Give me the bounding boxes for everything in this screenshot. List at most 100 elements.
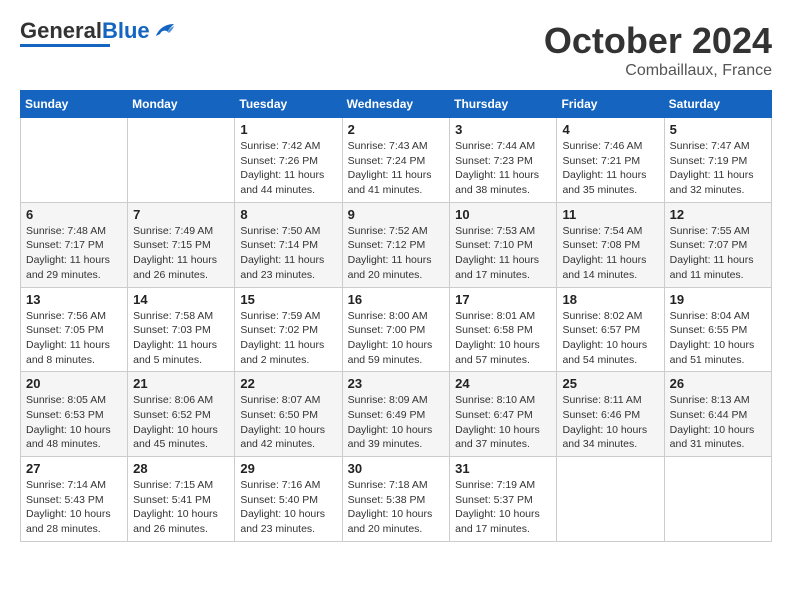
logo: GeneralBlue xyxy=(20,20,176,47)
cell-info: Sunrise: 7:19 AMSunset: 5:37 PMDaylight:… xyxy=(455,478,551,537)
day-number: 1 xyxy=(240,122,336,137)
weekday-header-thursday: Thursday xyxy=(450,91,557,118)
day-number: 11 xyxy=(562,207,658,222)
logo-text: GeneralBlue xyxy=(20,20,150,42)
calendar-cell: 4 Sunrise: 7:46 AMSunset: 7:21 PMDayligh… xyxy=(557,118,664,203)
cell-info: Sunrise: 8:05 AMSunset: 6:53 PMDaylight:… xyxy=(26,393,122,452)
cell-info: Sunrise: 7:49 AMSunset: 7:15 PMDaylight:… xyxy=(133,224,229,283)
cell-info: Sunrise: 7:16 AMSunset: 5:40 PMDaylight:… xyxy=(240,478,336,537)
cell-info: Sunrise: 8:00 AMSunset: 7:00 PMDaylight:… xyxy=(348,309,445,368)
weekday-header-wednesday: Wednesday xyxy=(342,91,450,118)
day-number: 7 xyxy=(133,207,229,222)
day-number: 25 xyxy=(562,376,658,391)
calendar-week-4: 20 Sunrise: 8:05 AMSunset: 6:53 PMDaylig… xyxy=(21,372,772,457)
calendar-cell xyxy=(21,118,128,203)
location-label: Combaillaux, France xyxy=(544,62,772,80)
calendar-cell: 16 Sunrise: 8:00 AMSunset: 7:00 PMDaylig… xyxy=(342,287,450,372)
cell-info: Sunrise: 7:53 AMSunset: 7:10 PMDaylight:… xyxy=(455,224,551,283)
calendar-cell: 8 Sunrise: 7:50 AMSunset: 7:14 PMDayligh… xyxy=(235,202,342,287)
day-number: 20 xyxy=(26,376,122,391)
calendar-cell: 26 Sunrise: 8:13 AMSunset: 6:44 PMDaylig… xyxy=(664,372,771,457)
cell-info: Sunrise: 8:02 AMSunset: 6:57 PMDaylight:… xyxy=(562,309,658,368)
day-number: 31 xyxy=(455,461,551,476)
calendar-cell xyxy=(664,457,771,542)
calendar-cell: 20 Sunrise: 8:05 AMSunset: 6:53 PMDaylig… xyxy=(21,372,128,457)
cell-info: Sunrise: 7:42 AMSunset: 7:26 PMDaylight:… xyxy=(240,139,336,198)
cell-info: Sunrise: 7:15 AMSunset: 5:41 PMDaylight:… xyxy=(133,478,229,537)
cell-info: Sunrise: 7:44 AMSunset: 7:23 PMDaylight:… xyxy=(455,139,551,198)
cell-info: Sunrise: 8:09 AMSunset: 6:49 PMDaylight:… xyxy=(348,393,445,452)
calendar-week-1: 1 Sunrise: 7:42 AMSunset: 7:26 PMDayligh… xyxy=(21,118,772,203)
day-number: 4 xyxy=(562,122,658,137)
calendar-week-3: 13 Sunrise: 7:56 AMSunset: 7:05 PMDaylig… xyxy=(21,287,772,372)
day-number: 17 xyxy=(455,292,551,307)
weekday-header-tuesday: Tuesday xyxy=(235,91,342,118)
day-number: 29 xyxy=(240,461,336,476)
calendar-cell: 27 Sunrise: 7:14 AMSunset: 5:43 PMDaylig… xyxy=(21,457,128,542)
calendar-cell: 21 Sunrise: 8:06 AMSunset: 6:52 PMDaylig… xyxy=(128,372,235,457)
cell-info: Sunrise: 7:14 AMSunset: 5:43 PMDaylight:… xyxy=(26,478,122,537)
logo-bird-icon xyxy=(154,22,176,40)
cell-info: Sunrise: 7:50 AMSunset: 7:14 PMDaylight:… xyxy=(240,224,336,283)
calendar-cell: 29 Sunrise: 7:16 AMSunset: 5:40 PMDaylig… xyxy=(235,457,342,542)
cell-info: Sunrise: 8:04 AMSunset: 6:55 PMDaylight:… xyxy=(670,309,766,368)
cell-info: Sunrise: 7:58 AMSunset: 7:03 PMDaylight:… xyxy=(133,309,229,368)
calendar-cell: 14 Sunrise: 7:58 AMSunset: 7:03 PMDaylig… xyxy=(128,287,235,372)
day-number: 14 xyxy=(133,292,229,307)
day-number: 2 xyxy=(348,122,445,137)
calendar-cell: 25 Sunrise: 8:11 AMSunset: 6:46 PMDaylig… xyxy=(557,372,664,457)
calendar-cell: 11 Sunrise: 7:54 AMSunset: 7:08 PMDaylig… xyxy=(557,202,664,287)
cell-info: Sunrise: 8:06 AMSunset: 6:52 PMDaylight:… xyxy=(133,393,229,452)
calendar-cell: 5 Sunrise: 7:47 AMSunset: 7:19 PMDayligh… xyxy=(664,118,771,203)
cell-info: Sunrise: 7:52 AMSunset: 7:12 PMDaylight:… xyxy=(348,224,445,283)
weekday-header-friday: Friday xyxy=(557,91,664,118)
calendar-cell: 22 Sunrise: 8:07 AMSunset: 6:50 PMDaylig… xyxy=(235,372,342,457)
title-area: October 2024 Combaillaux, France xyxy=(544,20,772,80)
cell-info: Sunrise: 8:01 AMSunset: 6:58 PMDaylight:… xyxy=(455,309,551,368)
calendar-cell: 17 Sunrise: 8:01 AMSunset: 6:58 PMDaylig… xyxy=(450,287,557,372)
cell-info: Sunrise: 7:54 AMSunset: 7:08 PMDaylight:… xyxy=(562,224,658,283)
day-number: 12 xyxy=(670,207,766,222)
day-number: 28 xyxy=(133,461,229,476)
calendar-cell: 3 Sunrise: 7:44 AMSunset: 7:23 PMDayligh… xyxy=(450,118,557,203)
weekday-header-sunday: Sunday xyxy=(21,91,128,118)
cell-info: Sunrise: 7:46 AMSunset: 7:21 PMDaylight:… xyxy=(562,139,658,198)
calendar-cell xyxy=(128,118,235,203)
calendar-cell: 24 Sunrise: 8:10 AMSunset: 6:47 PMDaylig… xyxy=(450,372,557,457)
cell-info: Sunrise: 8:10 AMSunset: 6:47 PMDaylight:… xyxy=(455,393,551,452)
day-number: 8 xyxy=(240,207,336,222)
calendar-cell: 28 Sunrise: 7:15 AMSunset: 5:41 PMDaylig… xyxy=(128,457,235,542)
calendar-cell: 7 Sunrise: 7:49 AMSunset: 7:15 PMDayligh… xyxy=(128,202,235,287)
calendar-table: SundayMondayTuesdayWednesdayThursdayFrid… xyxy=(20,90,772,542)
cell-info: Sunrise: 7:48 AMSunset: 7:17 PMDaylight:… xyxy=(26,224,122,283)
day-number: 6 xyxy=(26,207,122,222)
day-number: 27 xyxy=(26,461,122,476)
cell-info: Sunrise: 7:18 AMSunset: 5:38 PMDaylight:… xyxy=(348,478,445,537)
logo-underline xyxy=(20,44,110,47)
day-number: 13 xyxy=(26,292,122,307)
calendar-cell: 15 Sunrise: 7:59 AMSunset: 7:02 PMDaylig… xyxy=(235,287,342,372)
day-number: 16 xyxy=(348,292,445,307)
month-title: October 2024 xyxy=(544,20,772,62)
calendar-cell: 13 Sunrise: 7:56 AMSunset: 7:05 PMDaylig… xyxy=(21,287,128,372)
calendar-header-row: SundayMondayTuesdayWednesdayThursdayFrid… xyxy=(21,91,772,118)
day-number: 3 xyxy=(455,122,551,137)
calendar-week-5: 27 Sunrise: 7:14 AMSunset: 5:43 PMDaylig… xyxy=(21,457,772,542)
calendar-cell: 23 Sunrise: 8:09 AMSunset: 6:49 PMDaylig… xyxy=(342,372,450,457)
day-number: 30 xyxy=(348,461,445,476)
weekday-header-saturday: Saturday xyxy=(664,91,771,118)
calendar-cell: 6 Sunrise: 7:48 AMSunset: 7:17 PMDayligh… xyxy=(21,202,128,287)
calendar-cell: 2 Sunrise: 7:43 AMSunset: 7:24 PMDayligh… xyxy=(342,118,450,203)
cell-info: Sunrise: 7:55 AMSunset: 7:07 PMDaylight:… xyxy=(670,224,766,283)
page-header: GeneralBlue October 2024 Combaillaux, Fr… xyxy=(20,20,772,80)
calendar-cell: 30 Sunrise: 7:18 AMSunset: 5:38 PMDaylig… xyxy=(342,457,450,542)
day-number: 24 xyxy=(455,376,551,391)
cell-info: Sunrise: 7:59 AMSunset: 7:02 PMDaylight:… xyxy=(240,309,336,368)
cell-info: Sunrise: 8:11 AMSunset: 6:46 PMDaylight:… xyxy=(562,393,658,452)
calendar-cell: 18 Sunrise: 8:02 AMSunset: 6:57 PMDaylig… xyxy=(557,287,664,372)
day-number: 5 xyxy=(670,122,766,137)
day-number: 23 xyxy=(348,376,445,391)
day-number: 19 xyxy=(670,292,766,307)
calendar-cell: 9 Sunrise: 7:52 AMSunset: 7:12 PMDayligh… xyxy=(342,202,450,287)
day-number: 22 xyxy=(240,376,336,391)
